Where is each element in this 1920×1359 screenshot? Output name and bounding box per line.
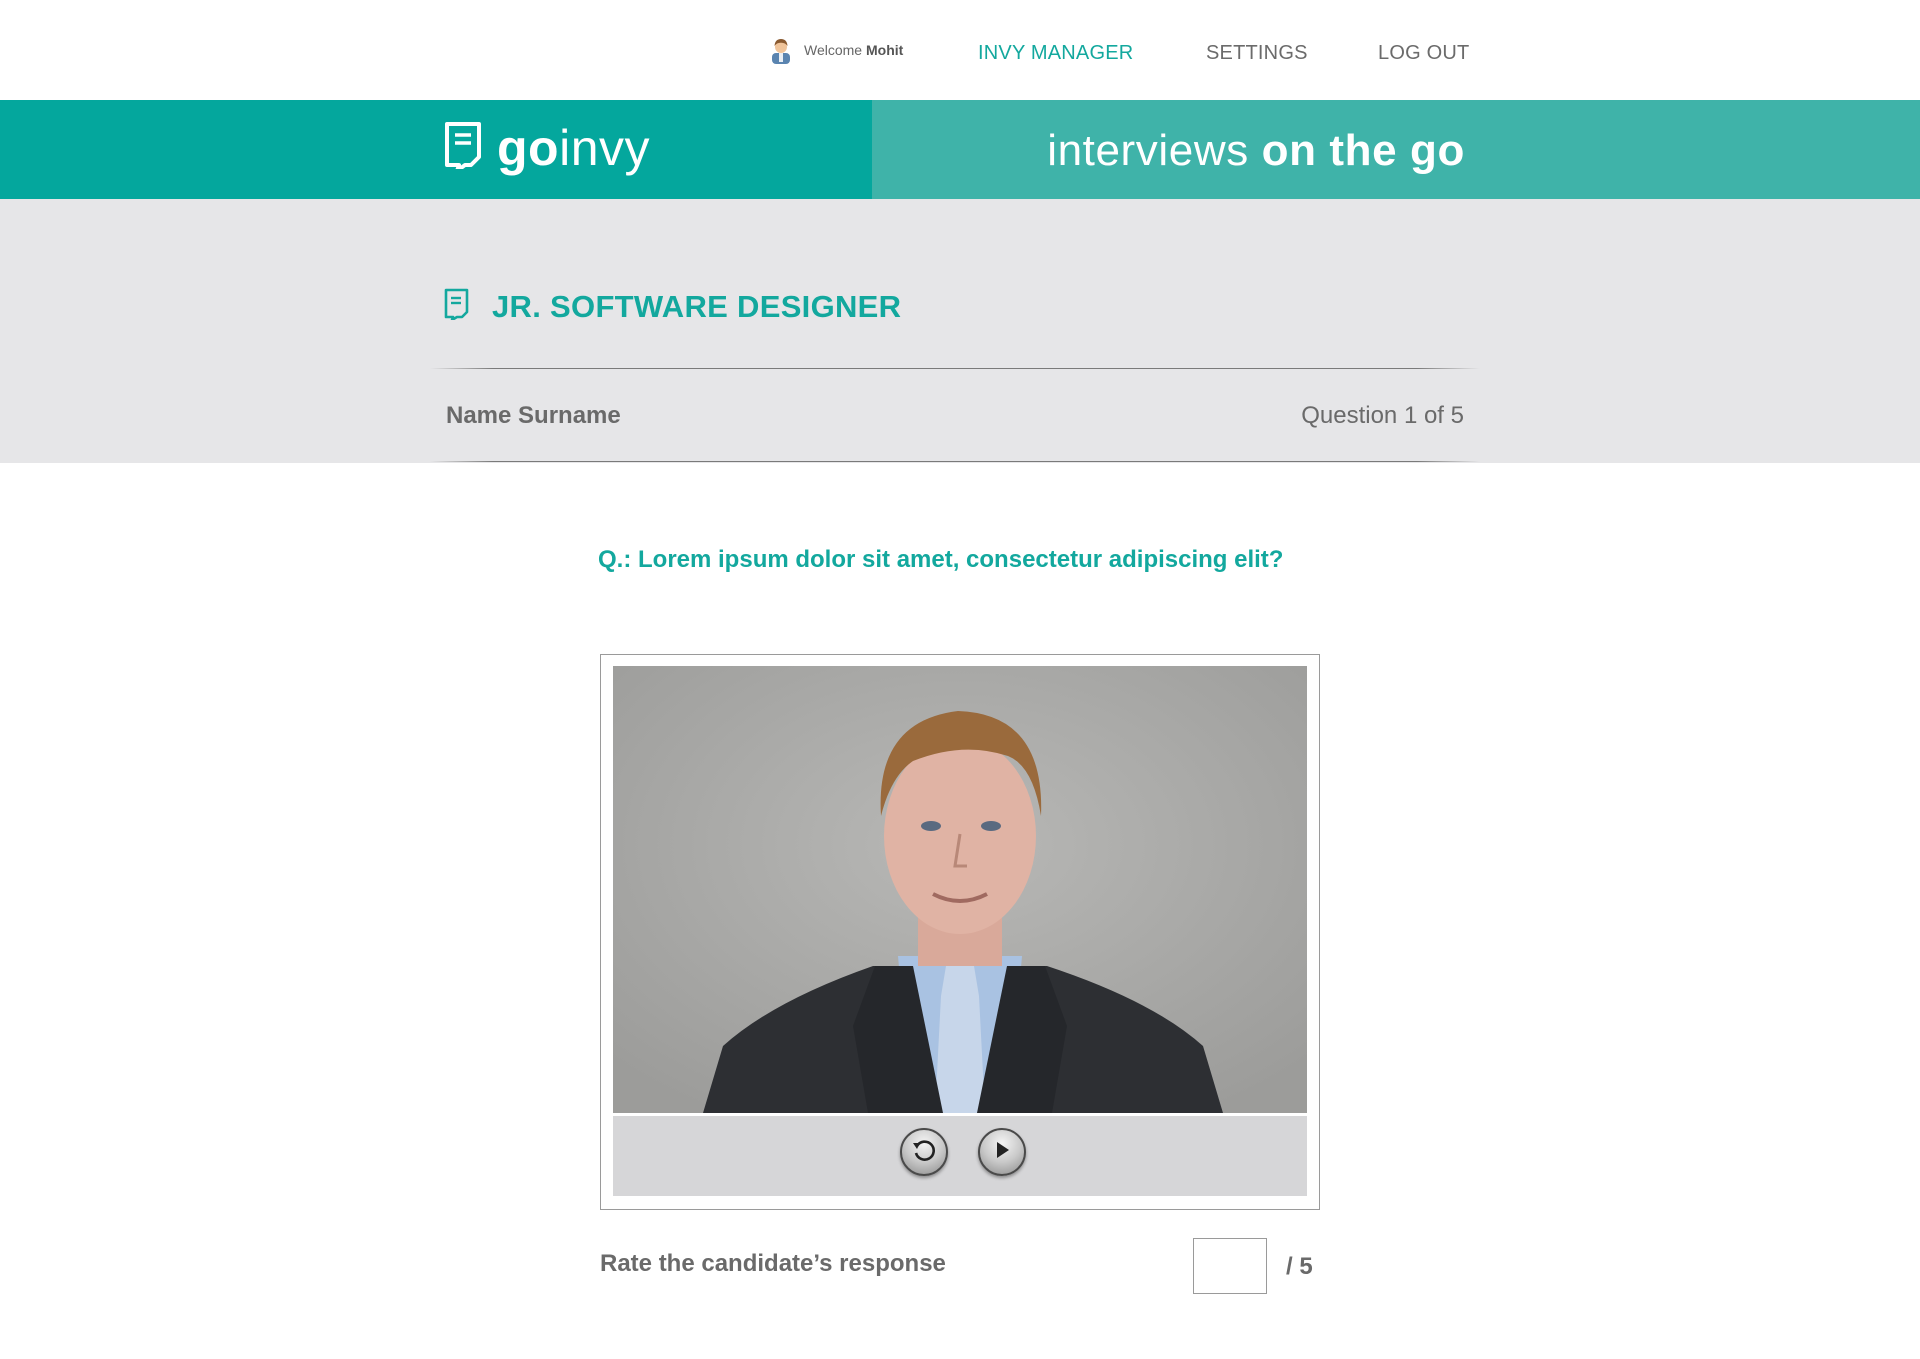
rating-label: Rate the candidate’s response: [600, 1250, 946, 1277]
nav-invy-manager[interactable]: INVY MANAGER: [978, 42, 1133, 65]
banner-brand-area: [0, 100, 872, 199]
candidate-name: Name Surname: [446, 402, 621, 429]
divider-bottom: [430, 461, 1480, 462]
goinvy-logo[interactable]: goinvy: [443, 121, 650, 174]
user-name: Mohit: [865, 42, 904, 58]
top-navigation: Welcome Mohit INVY MANAGER SETTINGS LOG …: [0, 0, 1920, 100]
tagline-bold: on the go: [1261, 126, 1465, 175]
nav-log-out[interactable]: LOG OUT: [1378, 42, 1469, 65]
replay-icon: [911, 1137, 937, 1168]
job-heading: JR. SOFTWARE DESIGNER: [444, 288, 901, 325]
video-player: [600, 654, 1320, 1210]
logo-text-light: invy: [559, 119, 651, 176]
video-controls: [613, 1116, 1307, 1196]
rating-max: / 5: [1286, 1253, 1313, 1280]
replay-button[interactable]: [900, 1128, 948, 1176]
nav-settings[interactable]: SETTINGS: [1206, 42, 1308, 65]
tagline-light: interviews: [1047, 126, 1262, 175]
welcome-user: Welcome Mohit: [768, 36, 903, 64]
document-icon: [444, 288, 470, 325]
question-counter: Question 1 of 5: [1301, 402, 1464, 429]
candidate-video[interactable]: [613, 666, 1307, 1113]
rating-input[interactable]: [1193, 1238, 1267, 1294]
welcome-prefix: Welcome: [804, 42, 863, 58]
document-logo-icon: [443, 121, 485, 174]
divider-top: [430, 368, 1480, 369]
user-avatar-icon: [768, 36, 794, 64]
play-button[interactable]: [978, 1128, 1026, 1176]
interview-header-panel: [0, 199, 1920, 463]
logo-text-bold: go: [497, 119, 560, 176]
play-icon: [991, 1139, 1013, 1166]
tagline: interviews on the go: [1047, 126, 1465, 176]
job-title: JR. SOFTWARE DESIGNER: [492, 288, 902, 324]
interview-question: Q.: Lorem ipsum dolor sit amet, consecte…: [598, 546, 1284, 573]
